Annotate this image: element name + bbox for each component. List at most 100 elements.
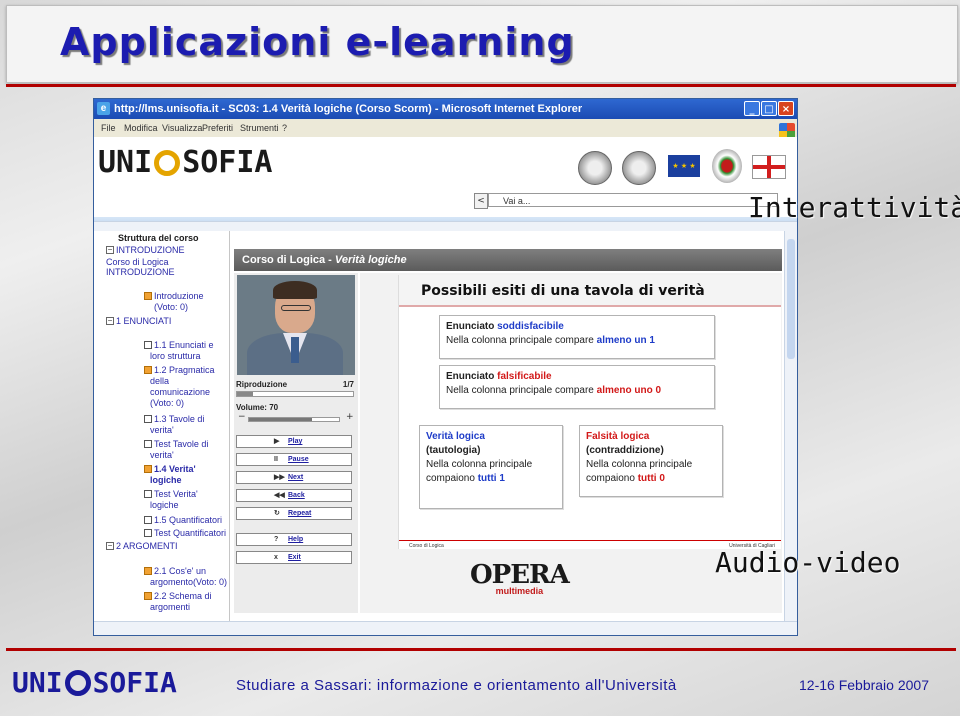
title-divider: [6, 84, 956, 87]
tautology-box: Verità logica (tautologia) Nella colonna…: [419, 425, 563, 509]
exit-button[interactable]: x Exit: [236, 551, 352, 564]
tree-node[interactable]: argomenti: [150, 602, 190, 613]
menu-modifica[interactable]: Modifica: [124, 123, 158, 133]
exit-icon: x: [274, 554, 278, 561]
presenter-tie: [291, 337, 299, 363]
presenter-hair: [273, 281, 317, 299]
contradiction-box: Falsità logica (contraddizione) Nella co…: [579, 425, 723, 497]
checkbox-icon: [144, 592, 152, 600]
tree-node[interactable]: comunicazione: [150, 387, 210, 398]
help-label: Help: [288, 536, 304, 543]
tree-node[interactable]: Test Tavole di: [154, 439, 208, 450]
exit-label: Exit: [288, 554, 301, 561]
next-button[interactable]: ▶▶ Next: [236, 471, 352, 484]
maximize-button[interactable]: □: [761, 101, 777, 116]
site-header: UNI SOFIA ★ ★ ★ < Vai a...: [94, 137, 797, 217]
menu-preferiti[interactable]: Preferiti: [202, 123, 233, 133]
tree-node[interactable]: INTRODUZIONE: [116, 245, 185, 256]
progress-count: 1/7: [342, 380, 354, 389]
tree-node[interactable]: argomento(Voto: 0): [150, 577, 227, 588]
goto-select[interactable]: Vai a...: [488, 193, 778, 207]
help-button[interactable]: ? Help: [236, 533, 352, 546]
eu-flag-icon: ★ ★ ★: [668, 155, 700, 177]
collapse-icon[interactable]: −: [106, 542, 114, 550]
tree-node[interactable]: verita': [150, 450, 174, 461]
browser-window: e http://lms.unisofia.it - SC03: 1.4 Ver…: [93, 98, 798, 636]
back-button[interactable]: ◀◀ Back: [236, 489, 352, 502]
presenter-glasses: [281, 305, 311, 311]
scroll-thumb[interactable]: [787, 239, 795, 359]
volume-slider[interactable]: [248, 417, 340, 422]
tree-node-current[interactable]: logiche: [150, 475, 182, 486]
tree-node[interactable]: 2 ARGOMENTI: [116, 541, 178, 552]
menu-strumenti[interactable]: Strumenti: [240, 123, 279, 133]
help-icon: ?: [274, 536, 279, 543]
repeat-label: Repeat: [288, 510, 312, 517]
menu-visualizza[interactable]: Visualizza: [162, 123, 202, 133]
window-titlebar: e http://lms.unisofia.it - SC03: 1.4 Ver…: [94, 99, 797, 119]
tree-node[interactable]: della: [150, 376, 169, 387]
volume-down-icon[interactable]: −: [238, 412, 246, 422]
tree-node[interactable]: 2.1 Cos'e' un: [154, 566, 206, 577]
pause-icon: II: [274, 456, 278, 463]
ie-icon: e: [97, 102, 110, 115]
footer-divider: [6, 648, 956, 651]
back-label: Back: [288, 492, 305, 499]
horizontal-scrollbar[interactable]: [94, 621, 797, 635]
progress-label: Riproduzione: [236, 380, 288, 389]
volume-up-icon[interactable]: +: [346, 412, 354, 422]
next-icon: ▶▶: [274, 474, 285, 481]
collapse-icon[interactable]: −: [106, 317, 114, 325]
tree-node[interactable]: 1.2 Pragmatica: [154, 365, 215, 376]
checkbox-icon: [144, 490, 152, 498]
tree-node-current[interactable]: 1.4 Verita': [154, 464, 196, 475]
repeat-button[interactable]: ↻ Repeat: [236, 507, 352, 520]
tree-node[interactable]: Introduzione: [154, 291, 204, 302]
tree-node[interactable]: 1.1 Enunciati e: [154, 340, 214, 351]
slide-canvas: Possibili esiti di una tavola di verità …: [398, 275, 781, 549]
nav-back-button[interactable]: <: [474, 193, 488, 209]
tree-node[interactable]: 1 ENUNCIATI: [116, 316, 171, 327]
video-frame[interactable]: [237, 275, 355, 375]
close-button[interactable]: ×: [778, 101, 794, 116]
tree-node[interactable]: 1.3 Tavole di: [154, 414, 204, 425]
play-button[interactable]: ▶ Play: [236, 435, 352, 448]
audio-video-label: Audio-video: [715, 546, 901, 579]
university-seal-icon: [622, 151, 656, 185]
slide-title: Applicazioni e-learning: [60, 20, 575, 64]
logo-ring-icon: [154, 150, 181, 176]
opera-logo-text: OPERA: [470, 560, 570, 590]
tree-node[interactable]: Test Verita': [154, 489, 198, 500]
sardinia-flag-icon: [752, 155, 786, 179]
checkbox-icon: [144, 341, 152, 349]
repeat-icon: ↻: [274, 510, 280, 517]
checkbox-icon: [144, 440, 152, 448]
italy-emblem-icon: [712, 149, 742, 183]
menu-help[interactable]: ?: [282, 123, 287, 133]
menu-file[interactable]: File: [101, 123, 116, 133]
next-label: Next: [288, 474, 304, 481]
interactivity-label: Interattività: [748, 191, 960, 224]
tree-node[interactable]: verita': [150, 425, 174, 436]
footer-title: Studiare a Sassari: informazione e orien…: [236, 677, 677, 694]
back-icon: ◀◀: [274, 492, 285, 499]
pause-label: Pause: [288, 456, 309, 463]
tree-node[interactable]: 2.2 Schema di: [154, 591, 212, 602]
tree-heading: Struttura del corso: [118, 233, 199, 243]
progress-bar[interactable]: [236, 391, 354, 397]
tree-node[interactable]: INTRODUZIONE: [106, 267, 175, 278]
collapse-icon[interactable]: −: [106, 246, 114, 254]
satisfiable-box: Enunciato soddisfacibile Nella colonna p…: [439, 315, 715, 359]
pause-button[interactable]: II Pause: [236, 453, 352, 466]
falsifiable-box: Enunciato falsificabile Nella colonna pr…: [439, 365, 715, 409]
tree-node[interactable]: 1.5 Quantificatori: [154, 515, 222, 526]
tree-node[interactable]: loro struttura: [150, 351, 201, 362]
volume-fill: [249, 418, 312, 421]
checkbox-icon: [144, 292, 152, 300]
lesson-heading: Possibili esiti di una tavola di verità: [399, 275, 781, 307]
tree-node[interactable]: logiche: [150, 500, 179, 511]
logo-ring-icon: [64, 670, 91, 696]
minimize-button[interactable]: _: [744, 101, 760, 116]
tree-node[interactable]: Test Quantificatori: [154, 528, 226, 539]
window-title: http://lms.unisofia.it - SC03: 1.4 Verit…: [114, 103, 583, 115]
